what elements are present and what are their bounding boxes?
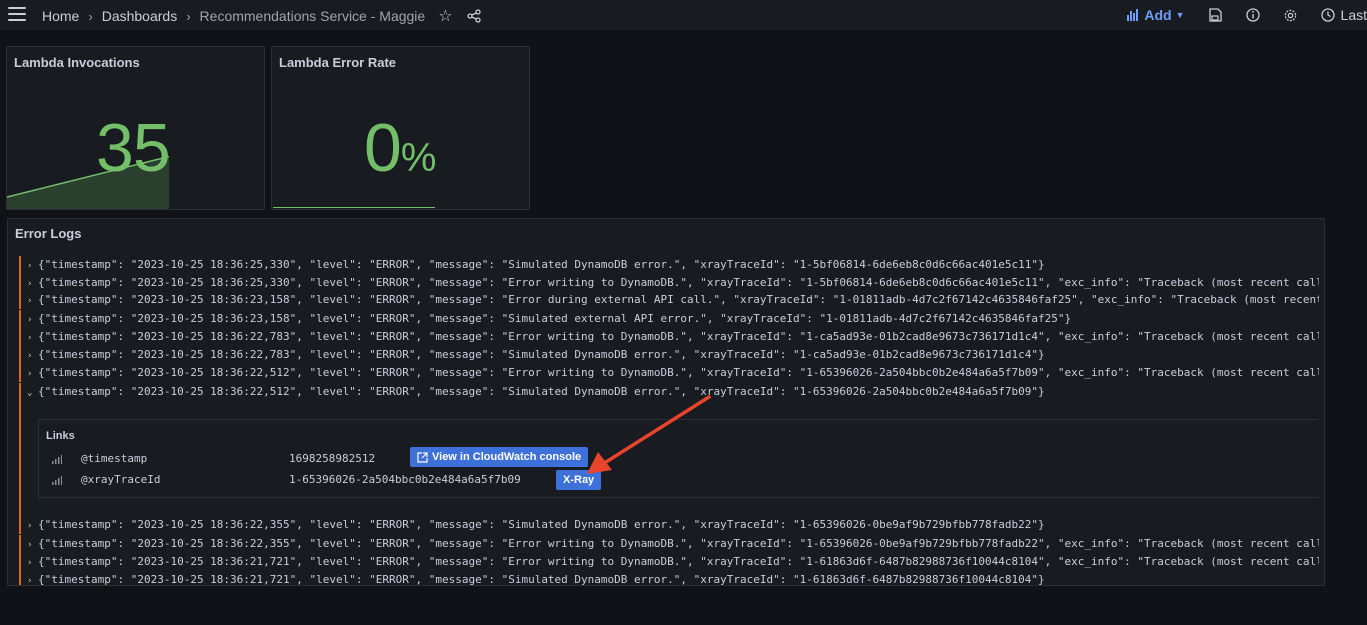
log-row[interactable]: › {"timestamp": "2023-10-25 18:36:21,721"… [19,571,1319,586]
page-title: Recommendations Service - Maggie [199,8,426,24]
button-label: X-Ray [563,474,595,486]
log-row[interactable]: › {"timestamp": "2023-10-25 18:36:21,721"… [19,553,1319,571]
field-value: 1698258982512 [289,452,376,465]
breadcrumb-separator-icon: › [186,8,191,24]
chevron-right-icon: › [27,333,33,343]
chevron-right-icon: › [27,521,33,531]
chevron-right-icon: › [27,351,33,361]
time-range-picker[interactable]: Last [1320,7,1367,23]
log-details: Links @timestamp 1698258982512 View in C… [38,419,1319,498]
log-line: {"timestamp": "2023-10-25 18:36:22,783",… [38,330,1319,343]
log-line: {"timestamp": "2023-10-25 18:36:22,355",… [38,537,1319,550]
log-line: {"timestamp": "2023-10-25 18:36:22,355",… [38,518,1045,531]
log-row[interactable]: › {"timestamp": "2023-10-25 18:36:22,783"… [19,346,1319,364]
external-link-icon [417,451,428,463]
lambda-error-rate-panel: Lambda Error Rate 0% [271,46,530,210]
panel-title[interactable]: Lambda Error Rate [279,55,396,70]
field-name: @xrayTraceId [81,473,161,486]
breadcrumb-separator-icon: › [88,8,93,24]
log-line: {"timestamp": "2023-10-25 18:36:25,330",… [38,258,1045,271]
log-line: {"timestamp": "2023-10-25 18:36:21,721",… [38,555,1319,568]
time-range-label: Last [1340,7,1367,23]
stats-icon[interactable] [52,475,62,485]
clock-icon [1320,8,1335,22]
log-line: {"timestamp": "2023-10-25 18:36:22,512",… [38,385,1045,398]
breadcrumb: Home › Dashboards › Recommendations Serv… [42,6,481,26]
gear-icon[interactable] [1283,7,1299,23]
add-panel-icon [1127,9,1139,21]
top-nav-bar: Home › Dashboards › Recommendations Serv… [0,0,1367,30]
log-line: {"timestamp": "2023-10-25 18:36:22,512",… [38,366,1319,379]
toolbar: Add ▼ Last [1127,5,1367,25]
share-icon[interactable] [466,9,481,23]
field-row-xray-trace-id: @xrayTraceId 1-65396026-2a504bbc0b2e484a… [39,470,1319,490]
field-name: @timestamp [81,452,148,465]
x-ray-button[interactable]: X-Ray [556,470,602,490]
error-logs-panel: Error Logs › {"timestamp": "2023-10-25 18… [7,218,1325,586]
error-rate-number: 0 [364,110,402,186]
error-rate-unit: % [400,136,437,180]
breadcrumb-home[interactable]: Home [42,8,79,24]
details-title: Links [46,430,75,442]
stats-icon[interactable] [52,454,62,464]
star-icon[interactable]: ☆ [438,6,452,26]
menu-icon[interactable] [8,7,26,21]
add-button[interactable]: Add ▼ [1127,7,1185,23]
log-line: {"timestamp": "2023-10-25 18:36:22,783",… [38,348,1045,361]
chevron-down-icon: ⌄ [27,388,33,398]
log-row[interactable]: › {"timestamp": "2023-10-25 18:36:22,512"… [19,364,1319,382]
chevron-right-icon: › [27,576,33,586]
field-value: 1-65396026-2a504bbc0b2e484a6a5f7b09 [289,473,521,486]
chevron-right-icon: › [27,369,33,379]
log-row[interactable]: › {"timestamp": "2023-10-25 18:36:23,158"… [19,310,1319,328]
log-row[interactable]: › {"timestamp": "2023-10-25 18:36:25,330"… [19,256,1319,274]
add-label: Add [1144,7,1172,23]
error-rate-sparkline [273,207,435,208]
lambda-invocations-panel: Lambda Invocations 35 [6,46,265,210]
log-line: {"timestamp": "2023-10-25 18:36:23,158",… [38,312,1072,325]
error-rate-value: 0% [364,114,436,182]
log-row[interactable]: › {"timestamp": "2023-10-25 18:36:22,355"… [19,516,1319,534]
panel-title[interactable]: Error Logs [15,226,81,241]
log-line: {"timestamp": "2023-10-25 18:36:23,158",… [38,293,1319,306]
log-row[interactable]: › {"timestamp": "2023-10-25 18:36:23,158"… [19,291,1319,309]
info-icon[interactable] [1245,7,1261,23]
log-row[interactable]: › {"timestamp": "2023-10-25 18:36:22,355"… [19,535,1319,553]
log-line: {"timestamp": "2023-10-25 18:36:21,721",… [38,573,1045,586]
chevron-right-icon: › [27,279,33,289]
log-line: {"timestamp": "2023-10-25 18:36:25,330",… [38,276,1319,289]
button-label: View in CloudWatch console [432,451,582,463]
chevron-right-icon: › [27,558,33,568]
save-icon[interactable] [1207,7,1223,23]
chevron-right-icon: › [27,315,33,325]
chevron-right-icon: › [27,296,33,306]
invocations-value: 35 [96,110,171,186]
field-row-timestamp: @timestamp 1698258982512 View in CloudWa… [39,447,1319,469]
breadcrumb-dashboards[interactable]: Dashboards [102,8,178,24]
log-row-expanded[interactable]: ⌄ {"timestamp": "2023-10-25 18:36:22,512"… [19,383,1319,401]
chevron-right-icon: › [27,540,33,550]
view-in-cloudwatch-button[interactable]: View in CloudWatch console [410,447,589,467]
log-row[interactable]: › {"timestamp": "2023-10-25 18:36:25,330"… [19,274,1319,292]
chevron-down-icon: ▼ [1175,10,1185,20]
chevron-right-icon: › [27,261,33,271]
log-row[interactable]: › {"timestamp": "2023-10-25 18:36:22,783"… [19,328,1319,346]
